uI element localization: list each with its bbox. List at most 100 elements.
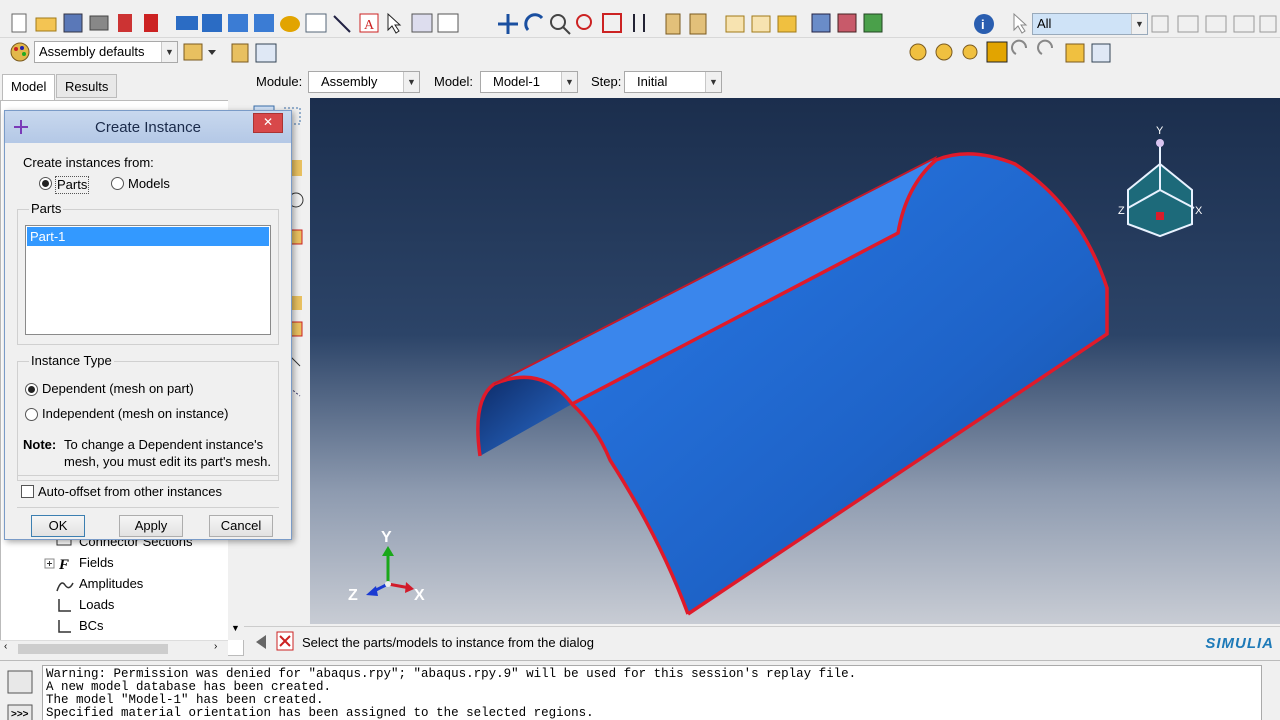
extra-select-icons[interactable]	[1151, 15, 1277, 33]
front-view-icon[interactable]	[751, 15, 771, 33]
info-icon[interactable]: i	[974, 14, 994, 34]
options-icon[interactable]	[411, 13, 433, 33]
models-radio[interactable]	[111, 177, 124, 190]
part-display-icon[interactable]	[183, 43, 203, 61]
expand-icon[interactable]	[44, 558, 55, 569]
cancel-procedure-icon[interactable]	[276, 631, 294, 651]
pointer-icon[interactable]	[1013, 12, 1028, 34]
step-combo[interactable]: Initial ▼	[624, 71, 722, 93]
auto-fit-icon[interactable]	[602, 13, 622, 33]
close-button[interactable]: ✕	[253, 113, 283, 133]
message-log: Warning: Permission was denied for "abaq…	[42, 665, 1262, 720]
command-tab-icon[interactable]: >>>	[7, 704, 33, 720]
render-wire-icon[interactable]	[811, 13, 831, 33]
dependent-radio-label[interactable]: Dependent (mesh on part)	[42, 381, 194, 397]
zoom-icon[interactable]	[550, 14, 571, 35]
module-value: Assembly	[321, 74, 378, 89]
part-instance[interactable]	[476, 152, 1109, 616]
select-icon[interactable]	[387, 12, 402, 34]
view-cube-y-label: Y	[1156, 125, 1164, 137]
chevron-down-icon: ▼	[1131, 14, 1147, 34]
view-icon[interactable]	[254, 14, 274, 32]
render-hidden-icon[interactable]	[837, 13, 857, 33]
dependent-radio[interactable]	[25, 383, 38, 396]
auto-offset-label[interactable]: Auto-offset from other instances	[38, 484, 222, 500]
table-icon[interactable]	[280, 16, 300, 32]
model-value: Model-1	[493, 74, 540, 89]
back-arrow-icon[interactable]	[256, 635, 266, 649]
tab-results[interactable]: Results	[56, 74, 118, 98]
chevron-down-icon: ▼	[705, 72, 721, 92]
apply-button[interactable]: Apply	[119, 515, 183, 537]
render-shaded-icon[interactable]	[863, 13, 883, 33]
side-view-icon[interactable]	[777, 15, 797, 33]
iso-view-icon[interactable]	[725, 15, 745, 33]
view-cube-x-label: X	[1195, 205, 1203, 217]
tree-item-loads[interactable]: Loads	[79, 597, 114, 613]
svg-text:A: A	[364, 18, 375, 33]
cycle-icon[interactable]	[633, 14, 645, 32]
bc-icon	[58, 620, 71, 633]
box-zoom-icon[interactable]	[576, 14, 592, 30]
cancel-button[interactable]: Cancel	[209, 515, 273, 537]
open-icon[interactable]	[35, 17, 57, 32]
axis-triad: Y Z X	[348, 529, 425, 604]
shade-icons[interactable]	[909, 39, 1111, 63]
text-icon[interactable]: A	[359, 13, 379, 33]
independent-radio-label[interactable]: Independent (mesh on instance)	[42, 406, 228, 422]
save-icon[interactable]	[63, 13, 83, 33]
magnify-icon[interactable]	[305, 13, 327, 33]
parts-group-label: Parts	[29, 201, 64, 217]
viewport[interactable]: Y Z X Y Z X	[310, 98, 1280, 624]
ladder-icon[interactable]	[665, 13, 681, 35]
independent-radio[interactable]	[25, 408, 38, 421]
chevron-down-icon: ▼	[403, 72, 419, 92]
dots-icon[interactable]	[437, 13, 459, 33]
red-stack2-icon[interactable]	[144, 14, 158, 32]
dialog-titlebar[interactable]: Create Instance ✕	[5, 111, 291, 143]
main-toolbar: A i All ▼	[0, 0, 1280, 38]
svg-text:>>>: >>>	[11, 709, 29, 720]
tree-item-bcs[interactable]: BCs	[79, 618, 104, 634]
svg-text:i: i	[981, 17, 985, 32]
step-label: Step:	[591, 74, 622, 89]
pan-icon[interactable]	[498, 14, 518, 34]
load-icon	[58, 599, 71, 612]
cascade-icon[interactable]	[228, 14, 248, 32]
tree-horizontal-scrollbar[interactable]: ‹ ›	[0, 640, 228, 656]
model-combo[interactable]: Model-1 ▼	[480, 71, 578, 93]
dialog-title: Create Instance	[95, 119, 201, 136]
tab-model[interactable]: Model	[2, 74, 56, 100]
module-combo[interactable]: Assembly ▼	[308, 71, 420, 93]
note-line-1: To change a Dependent instance's	[64, 437, 264, 452]
assembly-tree-icon[interactable]	[231, 43, 249, 63]
arrow-icon[interactable]	[333, 15, 351, 33]
parts-radio[interactable]	[39, 177, 52, 190]
tree-item-amplitudes[interactable]: Amplitudes	[79, 576, 143, 592]
selection-filter-combo[interactable]: All ▼	[1032, 13, 1148, 35]
secondary-toolbar: Assembly defaults ▼	[0, 38, 1280, 68]
models-radio-label[interactable]: Models	[128, 176, 170, 192]
auto-offset-checkbox[interactable]	[21, 485, 34, 498]
model-label: Model:	[434, 74, 474, 89]
grid-icon[interactable]	[255, 43, 277, 63]
message-area: >>> Warning: Permission was denied for "…	[0, 660, 1280, 720]
rotate-icon[interactable]	[524, 13, 544, 31]
print-icon[interactable]	[89, 15, 109, 31]
red-stack-icon[interactable]	[118, 14, 132, 32]
step-value: Initial	[637, 74, 668, 89]
tile-icon[interactable]	[202, 14, 222, 32]
dropdown-small-icon[interactable]	[208, 50, 216, 55]
viewport-icon[interactable]	[176, 16, 198, 30]
create-from-label: Create instances from:	[23, 155, 154, 170]
new-icon[interactable]	[11, 13, 27, 33]
ok-button[interactable]: OK	[31, 515, 85, 537]
ladder2-icon[interactable]	[689, 13, 707, 35]
amplitude-icon	[56, 582, 74, 592]
list-item[interactable]: Part-1	[27, 227, 269, 246]
tree-item-fields[interactable]: Fields	[79, 555, 114, 571]
view-cube[interactable]: Y Z X	[1118, 125, 1203, 238]
message-tab-icon[interactable]	[7, 670, 33, 694]
parts-radio-label[interactable]: Parts	[55, 176, 90, 194]
parts-listbox[interactable]: Part-1	[25, 225, 271, 335]
